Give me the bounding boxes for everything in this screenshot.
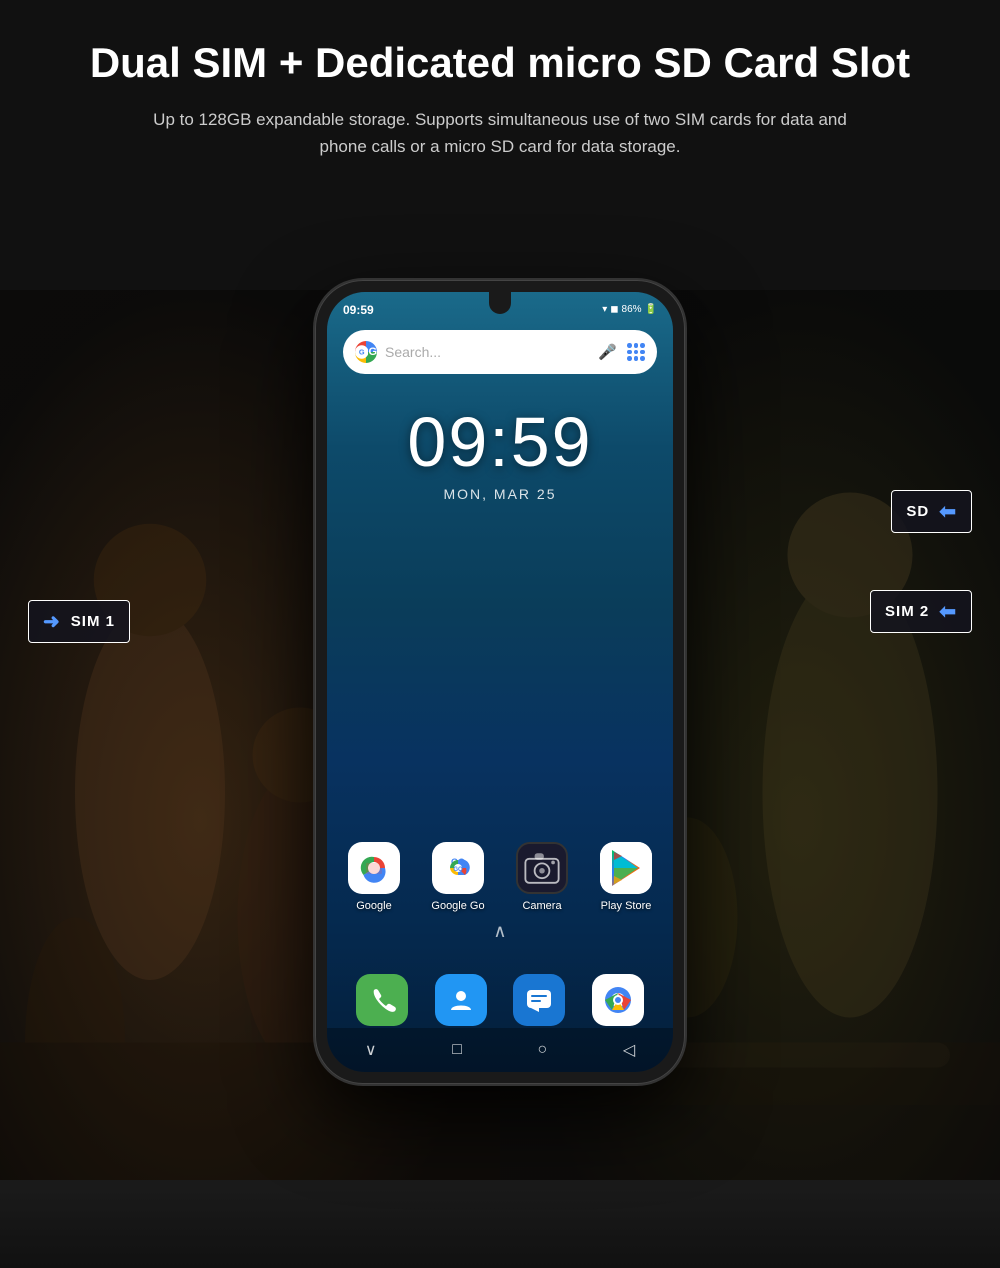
- app-camera[interactable]: Camera: [508, 842, 576, 912]
- sd-text: SD: [906, 503, 929, 520]
- phone-notch: [489, 292, 511, 314]
- sim2-arrow: ⬅: [939, 599, 957, 624]
- phone: 09:59 ▾ ◼ 86% 🔋 G: [315, 280, 685, 1084]
- google-logo: G: [355, 341, 377, 363]
- clock-date: MON, MAR 25: [327, 486, 673, 502]
- googlego-app-label: Google Go: [431, 900, 484, 912]
- phone-outer: 09:59 ▾ ◼ 86% 🔋 G: [315, 280, 685, 1084]
- dock-phone[interactable]: [356, 974, 408, 1026]
- dock-chrome[interactable]: [592, 974, 644, 1026]
- search-placeholder: Search...: [385, 344, 590, 360]
- battery-icon: 🔋: [645, 304, 657, 315]
- search-right-icons: 🎤: [598, 343, 645, 361]
- top-section: Dual SIM + Dedicated micro SD Card Slot …: [0, 0, 1000, 290]
- main-title: Dual SIM + Dedicated micro SD Card Slot: [80, 40, 920, 86]
- playstore-app-label: Play Store: [601, 900, 652, 912]
- sim1-text: SIM 1: [71, 613, 115, 630]
- sim2-text: SIM 2: [885, 603, 929, 620]
- sim2-label: SIM 2 ⬅: [870, 590, 972, 633]
- app-google[interactable]: Google: [340, 842, 408, 912]
- camera-app-label: Camera: [522, 900, 561, 912]
- svg-text:GO: GO: [453, 867, 463, 873]
- status-icons: ▾ ◼ 86% 🔋: [602, 304, 657, 315]
- google-app-label: Google: [356, 900, 391, 912]
- dock-contacts[interactable]: [435, 974, 487, 1026]
- sim1-arrow: ➜: [43, 609, 61, 634]
- apps-grid-icon[interactable]: [627, 343, 645, 361]
- googlego-app-icon[interactable]: GO GO: [432, 842, 484, 894]
- wifi-icon: ▾: [602, 304, 607, 315]
- nav-down[interactable]: ∨: [365, 1040, 377, 1060]
- dock: [343, 974, 657, 1026]
- mic-icon[interactable]: 🎤: [598, 343, 617, 361]
- chevron-up[interactable]: ∧: [493, 921, 506, 942]
- sim1-label: ➜ SIM 1: [28, 600, 130, 643]
- nav-home[interactable]: ○: [538, 1041, 548, 1059]
- phone-screen: 09:59 ▾ ◼ 86% 🔋 G: [327, 292, 673, 1072]
- search-bar[interactable]: G Search... 🎤: [343, 330, 657, 374]
- clock-time: 09:59: [327, 402, 673, 482]
- nav-bar: ∨ □ ○ ◁: [327, 1028, 673, 1072]
- app-googlego[interactable]: GO GO Google Go: [424, 842, 492, 912]
- clock-display: 09:59 MON, MAR 25: [327, 402, 673, 502]
- signal-icon: ◼: [610, 304, 618, 315]
- battery-text: 86%: [622, 304, 642, 315]
- app-playstore[interactable]: Play Store: [592, 842, 660, 912]
- subtitle: Up to 128GB expandable storage. Supports…: [150, 106, 850, 160]
- bottom-gradient: [0, 1188, 1000, 1268]
- playstore-app-icon[interactable]: [600, 842, 652, 894]
- sd-arrow: ⬅: [939, 499, 957, 524]
- sd-label: SD ⬅: [891, 490, 972, 533]
- google-app-icon[interactable]: [348, 842, 400, 894]
- svg-text:G: G: [359, 348, 365, 357]
- nav-recents[interactable]: □: [452, 1041, 462, 1059]
- dock-messages[interactable]: [513, 974, 565, 1026]
- app-grid: Google GO GO: [327, 842, 673, 912]
- nav-back[interactable]: ◁: [623, 1040, 635, 1060]
- camera-app-icon[interactable]: [516, 842, 568, 894]
- status-time: 09:59: [343, 303, 374, 317]
